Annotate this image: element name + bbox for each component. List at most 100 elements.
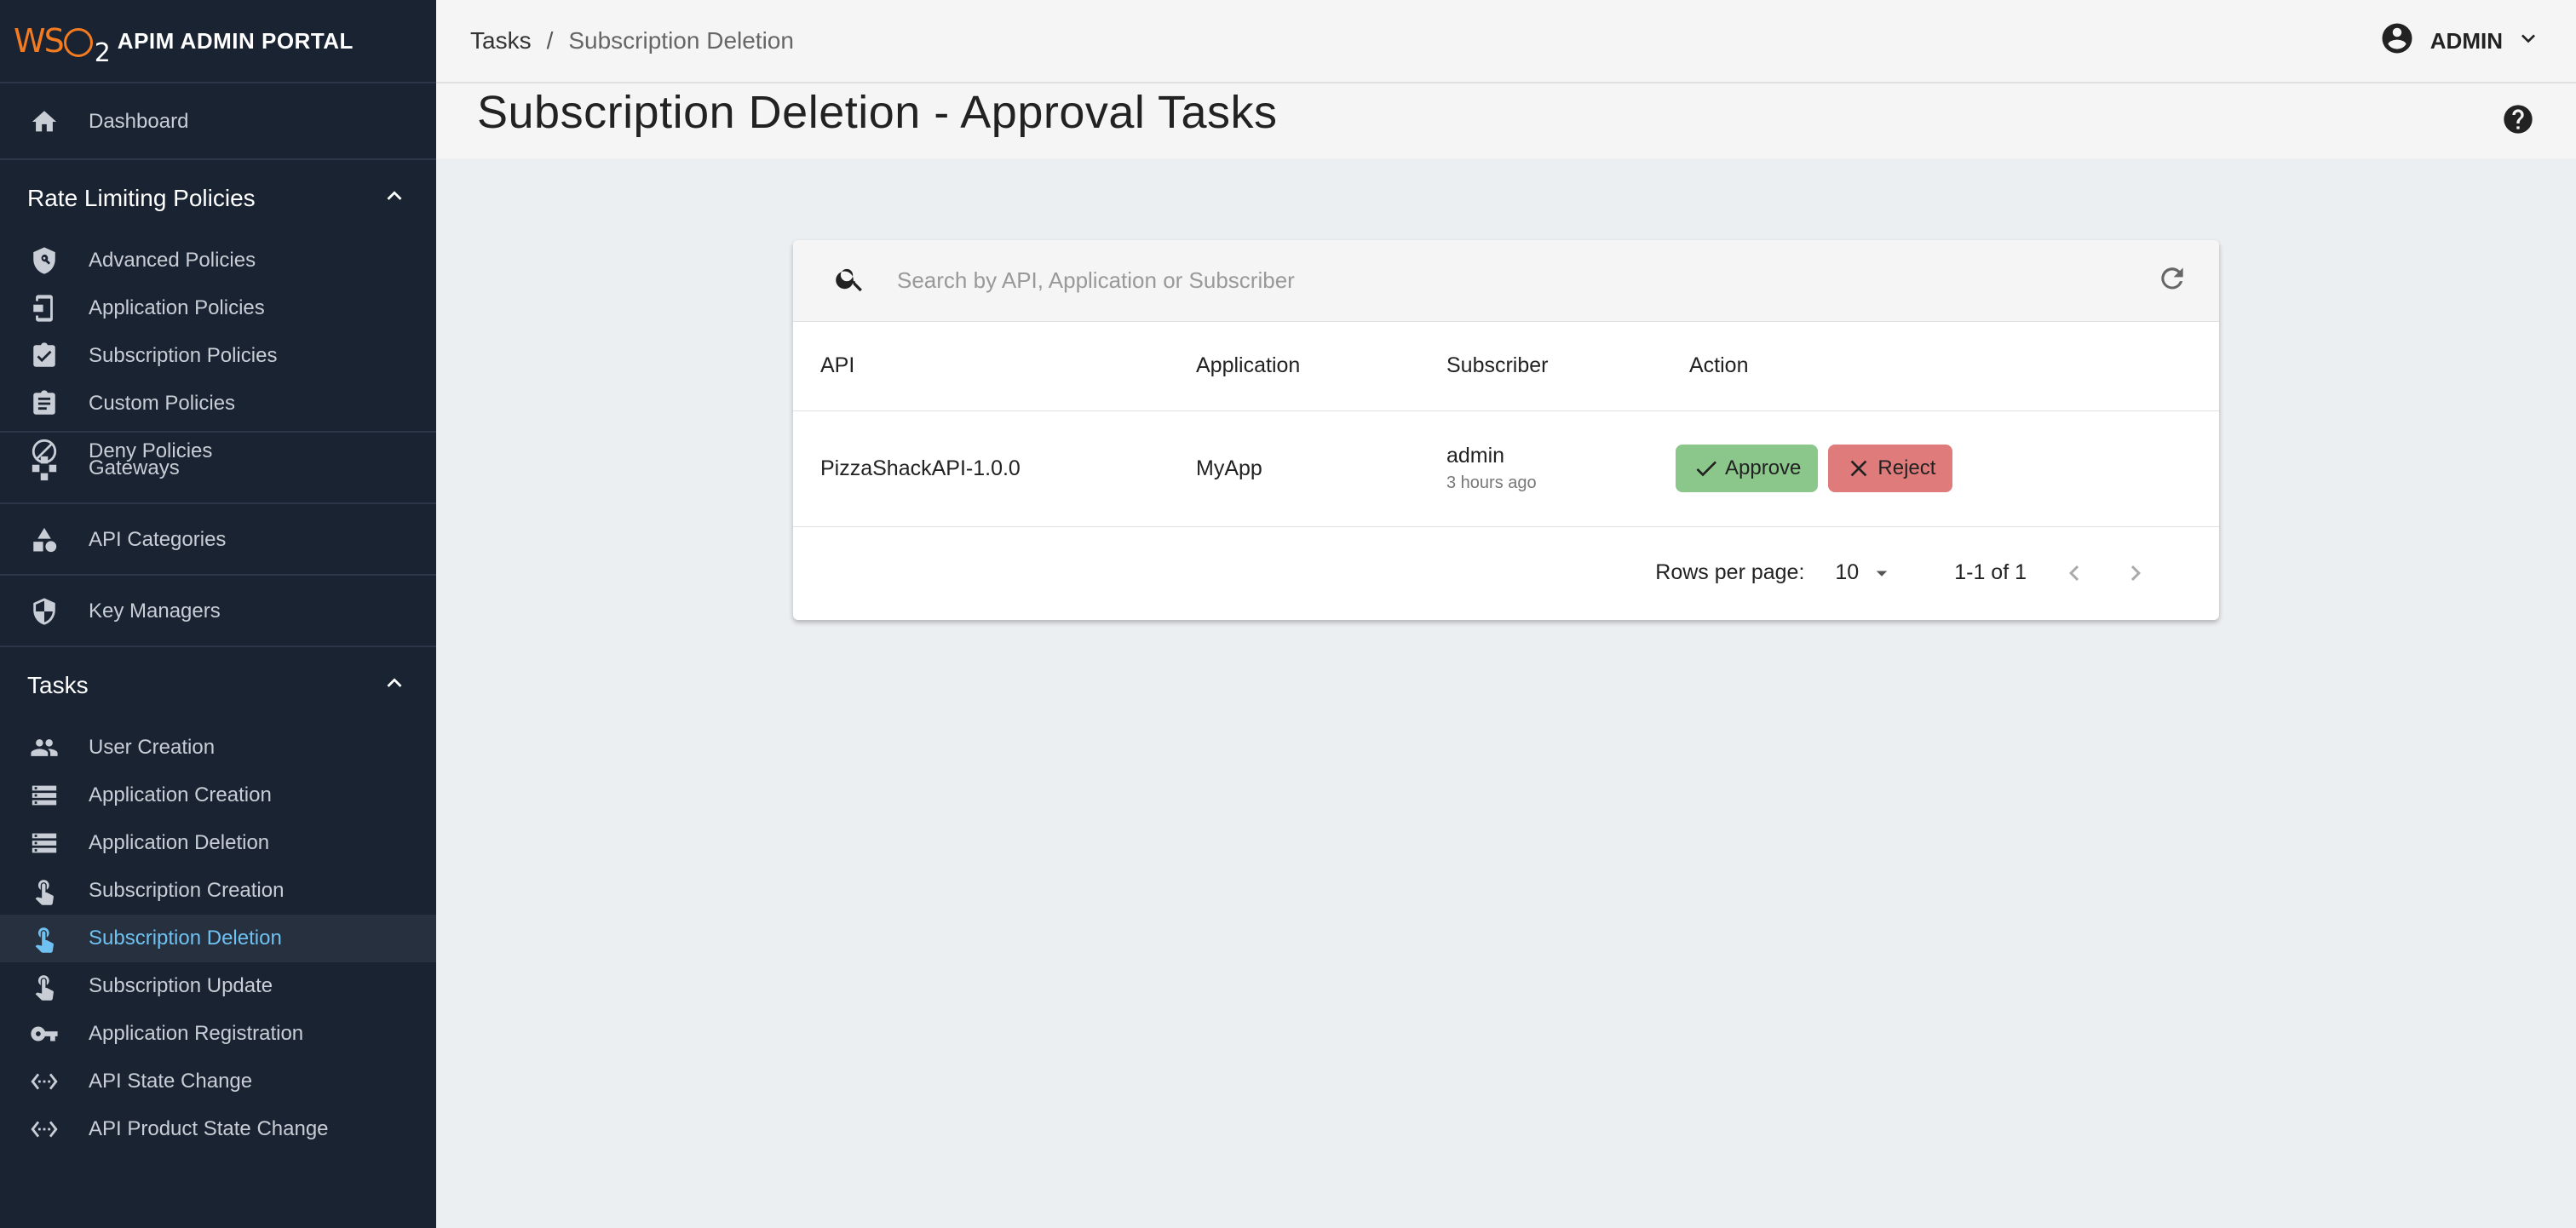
sidebar-item-api-product-state-change[interactable]: API Product State Change <box>0 1105 436 1153</box>
approval-tasks-card: API Application Subscriber Action PizzaS… <box>793 240 2219 620</box>
settings-ethernet-icon <box>27 1064 61 1099</box>
account-circle-icon <box>2379 20 2415 62</box>
sidebar: WS 2 APIM ADMIN PORTAL Dashboard Rate Lim… <box>0 0 436 1228</box>
chevron-up-icon <box>380 181 409 216</box>
brand[interactable]: WS 2 APIM ADMIN PORTAL <box>0 0 436 83</box>
dashboard-section: Dashboard <box>0 83 436 160</box>
sidebar-item-subscription-deletion[interactable]: Subscription Deletion <box>0 915 436 962</box>
assignment-icon <box>27 387 61 421</box>
user-menu[interactable]: ADMIN <box>2379 20 2542 62</box>
chevron-down-icon <box>2515 25 2542 58</box>
brand-title: APIM ADMIN PORTAL <box>117 27 354 54</box>
chevron-up-icon <box>380 669 409 703</box>
sidebar-item-label: Application Deletion <box>89 831 270 854</box>
gateway-icon <box>27 451 61 485</box>
sidebar-item-application-policies[interactable]: Application Policies <box>0 284 436 332</box>
rows-per-page-value: 10 <box>1835 560 1860 584</box>
sidebar-item-label: Dashboard <box>89 110 189 133</box>
key-managers-section: Key Managers <box>0 576 436 647</box>
sidebar-item-label: Application Creation <box>89 783 272 806</box>
sidebar-item-application-creation[interactable]: Application Creation <box>0 772 436 819</box>
sidebar-item-label: Key Managers <box>89 600 221 623</box>
column-header-subscriber[interactable]: Subscriber <box>1419 322 1662 411</box>
rows-per-page-label: Rows per page: <box>1655 560 1805 584</box>
approve-button[interactable]: Approve <box>1676 445 1819 492</box>
rate-limiting-section: Rate Limiting Policies Advanced Policies… <box>0 160 436 464</box>
tasks-table: API Application Subscriber Action PizzaS… <box>793 322 2219 527</box>
sidebar-item-gateways[interactable]: Gateways <box>0 445 436 492</box>
page-title: Subscription Deletion - Approval Tasks <box>477 87 1278 138</box>
breadcrumb-current: Subscription Deletion <box>568 27 794 54</box>
sidebar-item-custom-policies[interactable]: Custom Policies <box>0 380 436 428</box>
reject-button[interactable]: Reject <box>1828 445 1953 492</box>
sidebar-item-application-registration[interactable]: Application Registration <box>0 1010 436 1058</box>
category-icon <box>27 523 61 557</box>
top-bar: Tasks / Subscription Deletion ADMIN <box>436 0 2576 83</box>
user-name: ADMIN <box>2429 27 2503 54</box>
phone-settings-icon <box>27 291 61 325</box>
sidebar-item-label: User Creation <box>89 736 216 759</box>
settings-ethernet-icon <box>27 1112 61 1146</box>
sidebar-item-subscription-policies[interactable]: Subscription Policies <box>0 332 436 380</box>
sidebar-item-label: Subscription Deletion <box>89 927 282 950</box>
rows-per-page-select[interactable]: 10 <box>1835 560 1895 586</box>
sidebar-item-advanced-policies[interactable]: Advanced Policies <box>0 237 436 284</box>
section-title: Tasks <box>27 672 89 698</box>
sidebar-item-label: API State Change <box>89 1070 253 1093</box>
sidebar-item-application-deletion[interactable]: Application Deletion <box>0 819 436 867</box>
cell-subscriber: admin 3 hours ago <box>1419 410 1662 527</box>
sidebar-item-label: Application Policies <box>89 296 265 319</box>
pagination: Rows per page: 10 1-1 of 1 <box>793 527 2219 619</box>
cell-action: Approve Reject <box>1662 410 2219 527</box>
column-header-api[interactable]: API <box>793 322 1169 411</box>
sidebar-item-label: API Product State Change <box>89 1117 329 1140</box>
table-row: PizzaShackAPI-1.0.0 MyApp admin 3 hours … <box>793 410 2219 527</box>
sidebar-item-subscription-creation[interactable]: Subscription Creation <box>0 867 436 915</box>
touch-icon <box>27 969 61 1003</box>
sidebar-item-dashboard[interactable]: Dashboard <box>0 98 436 146</box>
sidebar-item-subscription-update[interactable]: Subscription Update <box>0 962 436 1010</box>
sidebar-item-key-managers[interactable]: Key Managers <box>0 588 436 635</box>
sidebar-item-user-creation[interactable]: User Creation <box>0 724 436 772</box>
security-icon <box>27 594 61 628</box>
sidebar-item-label: Subscription Policies <box>89 344 278 367</box>
sidebar-item-api-categories[interactable]: API Categories <box>0 516 436 564</box>
breadcrumb-separator: / <box>546 27 554 54</box>
policy-icon <box>27 244 61 278</box>
search-input[interactable] <box>897 267 2156 294</box>
gateways-section: Gateways <box>0 433 436 504</box>
column-header-application[interactable]: Application <box>1169 322 1419 411</box>
touch-icon <box>27 921 61 955</box>
storage-icon <box>27 826 61 860</box>
breadcrumb-parent[interactable]: Tasks <box>470 27 532 55</box>
home-icon <box>27 105 61 139</box>
reject-label: Reject <box>1877 456 1936 479</box>
refresh-icon[interactable] <box>2156 262 2188 299</box>
sidebar-item-label: Application Registration <box>89 1022 304 1045</box>
request-time: 3 hours ago <box>1446 473 1537 492</box>
sidebar-item-label: Subscription Update <box>89 974 273 997</box>
touch-icon <box>27 874 61 908</box>
sidebar-item-label: Gateways <box>89 456 180 479</box>
chevron-right-icon <box>2130 565 2141 581</box>
sidebar-item-label: API Categories <box>89 528 227 551</box>
close-icon <box>1851 460 1867 477</box>
help-icon[interactable] <box>2501 102 2535 141</box>
breadcrumb: Tasks / Subscription Deletion <box>470 27 794 55</box>
search-icon <box>834 262 866 299</box>
previous-page-button[interactable] <box>2059 558 2090 588</box>
sidebar-item-label: Subscription Creation <box>89 879 285 902</box>
next-page-button[interactable] <box>2120 558 2151 588</box>
check-icon <box>1696 461 1716 477</box>
search-bar <box>793 240 2219 322</box>
api-categories-section: API Categories <box>0 504 436 576</box>
assignment-check-icon <box>27 339 61 373</box>
dropdown-arrow-icon <box>1876 571 1888 577</box>
wso2-logo: WS 2 <box>14 22 111 68</box>
rate-limiting-header[interactable]: Rate Limiting Policies <box>0 160 436 237</box>
sidebar-item-api-state-change[interactable]: API State Change <box>0 1058 436 1105</box>
subscriber-name: admin <box>1446 444 1505 468</box>
tasks-header[interactable]: Tasks <box>0 647 436 724</box>
column-header-action: Action <box>1662 322 2219 411</box>
page-range: 1-1 of 1 <box>1954 560 2027 584</box>
